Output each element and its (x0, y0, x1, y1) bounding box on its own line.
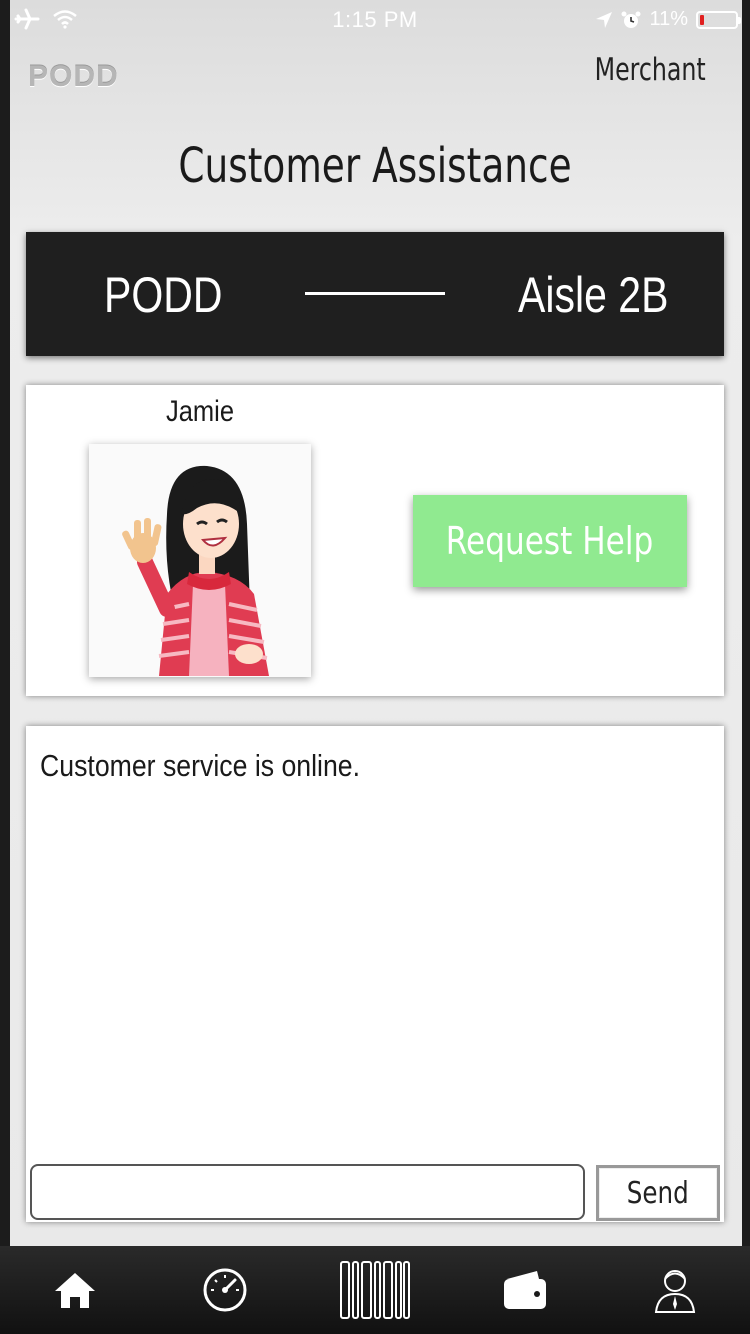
route-banner: PODD Aisle 2B (26, 232, 724, 356)
status-right: 11% (595, 8, 741, 31)
wallet-icon (504, 1271, 546, 1309)
chat-input[interactable] (30, 1164, 585, 1220)
tab-scan[interactable] (335, 1255, 415, 1325)
battery-icon (696, 10, 741, 29)
home-icon (55, 1273, 95, 1308)
page-title: Customer Assistance (178, 138, 572, 194)
tab-wallet[interactable] (485, 1255, 565, 1325)
bottom-tab-bar (0, 1246, 750, 1334)
location-arrow-icon (596, 11, 613, 28)
send-label: Send (627, 1175, 689, 1211)
alarm-icon (621, 11, 641, 28)
speedometer-icon (203, 1268, 247, 1312)
status-bar: 1:15 PM 11% (0, 0, 750, 40)
chat-message: Customer service is online. (40, 748, 361, 783)
tab-dashboard[interactable] (185, 1255, 265, 1325)
agent-avatar-illustration (122, 465, 269, 676)
chat-panel: Customer service is online. Send (26, 726, 724, 1222)
request-help-button[interactable]: Request Help (413, 495, 687, 587)
tab-profile[interactable] (635, 1255, 715, 1325)
merchant-link[interactable]: Merchant (595, 52, 706, 88)
route-connector-line (305, 292, 445, 295)
agent-card: Jamie Request Help (26, 385, 724, 696)
send-button[interactable]: Send (596, 1165, 720, 1221)
battery-level (700, 14, 704, 25)
barcode-icon (340, 1261, 410, 1319)
agent-name: Jamie (166, 395, 235, 428)
agent-avatar (89, 444, 311, 677)
battery-percent: 11% (649, 8, 688, 30)
app-logo: PODD (28, 60, 119, 93)
route-from: PODD (104, 267, 223, 323)
tab-home[interactable] (35, 1255, 115, 1325)
profile-icon (654, 1270, 696, 1313)
route-to: Aisle 2B (517, 267, 668, 323)
request-help-label: Request Help (446, 519, 654, 563)
